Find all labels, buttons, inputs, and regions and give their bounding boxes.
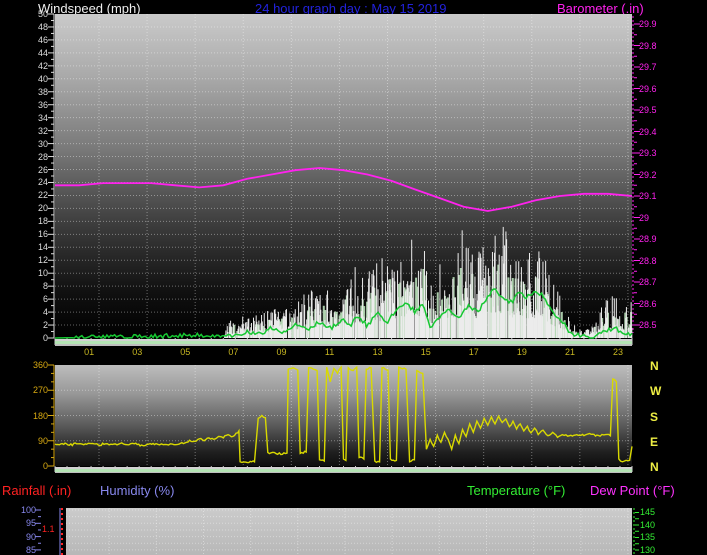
temperature-axis-title: Temperature (°F) xyxy=(467,483,566,498)
hour-label: 19 xyxy=(516,347,527,357)
windspeed-axis-label: 20 xyxy=(37,203,48,214)
barometer-axis-label: 29.2 xyxy=(639,169,657,180)
weather-graph-page: Windspeed (mph) 24 hour graph day : May … xyxy=(0,0,707,555)
windspeed-axis-label: 46 xyxy=(37,34,48,45)
direction-axis-label: 0 xyxy=(42,461,48,471)
humidity-axis-title: Humidity (%) xyxy=(100,483,175,498)
hour-label: 23 xyxy=(613,347,624,357)
hour-label: 13 xyxy=(372,347,383,357)
windspeed-axis-label: 24 xyxy=(37,177,48,188)
barometer-axis-label: 29.5 xyxy=(639,105,657,115)
rainfall-axis-title: Rainfall (.in) xyxy=(2,483,72,498)
windspeed-axis-label: 50 xyxy=(37,9,48,19)
windspeed-axis-label: 30 xyxy=(37,138,48,149)
windspeed-axis-label: 36 xyxy=(37,99,48,110)
windspeed-axis-label: 42 xyxy=(37,60,48,71)
rainfall-axis-label: 1.1 xyxy=(42,524,55,534)
chart2-bottom-border xyxy=(55,467,632,473)
hour-label: 09 xyxy=(276,347,287,357)
windspeed-axis-label: 8 xyxy=(42,281,48,292)
direction-axis-label: 180 xyxy=(32,410,48,421)
hour-label: 21 xyxy=(564,347,575,357)
wind-direction-chart xyxy=(48,364,633,472)
windspeed-axis-label: 38 xyxy=(37,86,48,97)
chart1-bottom-border xyxy=(55,339,632,346)
compass-letter: N xyxy=(650,359,659,373)
windspeed-axis-label: 6 xyxy=(42,294,48,305)
barometer-axis-label: 29.9 xyxy=(639,19,657,29)
hour-label: 15 xyxy=(420,347,431,357)
barometer-axis-label: 29.3 xyxy=(639,148,657,158)
hour-label: 01 xyxy=(84,347,95,357)
wind-direction-plot xyxy=(48,364,633,472)
barometer-axis-label: 29.6 xyxy=(639,83,657,94)
windspeed-axis-label: 22 xyxy=(37,190,48,201)
windspeed-axis-label: 28 xyxy=(37,151,48,162)
windspeed-axis-label: 34 xyxy=(37,112,48,123)
compass-letter: E xyxy=(650,434,659,449)
compass-letter: N xyxy=(650,460,659,474)
windspeed-axis-label: 44 xyxy=(37,47,48,58)
humidity-axis-label: 100 xyxy=(20,505,36,515)
compass-letter: W xyxy=(650,384,662,399)
barometer-axis-label: 29.1 xyxy=(639,191,657,201)
hour-label: 07 xyxy=(228,347,239,357)
temperature-axis-label: 140 xyxy=(640,519,656,530)
windspeed-axis-label: 40 xyxy=(37,73,48,84)
temperature-axis-label: 130 xyxy=(640,544,656,555)
barometer-axis-label: 29 xyxy=(639,212,650,223)
barometer-axis-label: 28.8 xyxy=(639,255,657,266)
compass-letter: S xyxy=(650,409,659,424)
temp-humidity-plot xyxy=(35,508,639,555)
hour-label: 05 xyxy=(180,347,191,357)
barometer-axis-label: 28.6 xyxy=(639,298,657,309)
barometer-axis-label: 28.9 xyxy=(639,234,657,244)
barometer-axis-label: 29.4 xyxy=(639,126,657,137)
windspeed-axis-label: 10 xyxy=(37,268,48,279)
windspeed-barometer-chart xyxy=(48,13,640,345)
direction-axis-label: 270 xyxy=(32,385,48,396)
temperature-axis-label: 145 xyxy=(640,507,656,517)
windspeed-axis-label: 0 xyxy=(42,333,48,343)
barometer-axis-label: 28.7 xyxy=(639,277,657,287)
windspeed-axis-label: 18 xyxy=(37,216,48,227)
windspeed-axis-label: 14 xyxy=(37,242,48,253)
barometer-axis-label: 29.8 xyxy=(639,40,657,51)
windspeed-axis-label: 4 xyxy=(42,307,48,318)
direction-axis-label: 360 xyxy=(32,360,48,370)
windspeed-axis-label: 32 xyxy=(37,125,48,136)
humidity-axis-label: 95 xyxy=(25,518,36,529)
windspeed-axis-label: 12 xyxy=(37,255,48,266)
hour-label: 03 xyxy=(132,347,143,357)
hour-label: 17 xyxy=(468,347,479,357)
hour-label: 11 xyxy=(324,347,335,357)
barometer-axis-label: 29.7 xyxy=(639,62,657,72)
direction-axis-label: 90 xyxy=(37,435,48,446)
windspeed-axis-label: 2 xyxy=(42,320,48,331)
windspeed-axis-label: 26 xyxy=(37,164,48,175)
windspeed-axis-label: 48 xyxy=(37,21,48,32)
dew-point-axis-title: Dew Point (°F) xyxy=(590,483,675,498)
barometer-axis-label: 28.5 xyxy=(639,320,657,330)
humidity-axis-label: 85 xyxy=(25,544,36,555)
humidity-axis-label: 90 xyxy=(25,531,36,542)
temp-humidity-rain-chart xyxy=(35,508,639,555)
windspeed-axis-label: 16 xyxy=(37,229,48,240)
windspeed-barometer-plot xyxy=(48,13,640,345)
temperature-axis-label: 135 xyxy=(640,532,656,542)
